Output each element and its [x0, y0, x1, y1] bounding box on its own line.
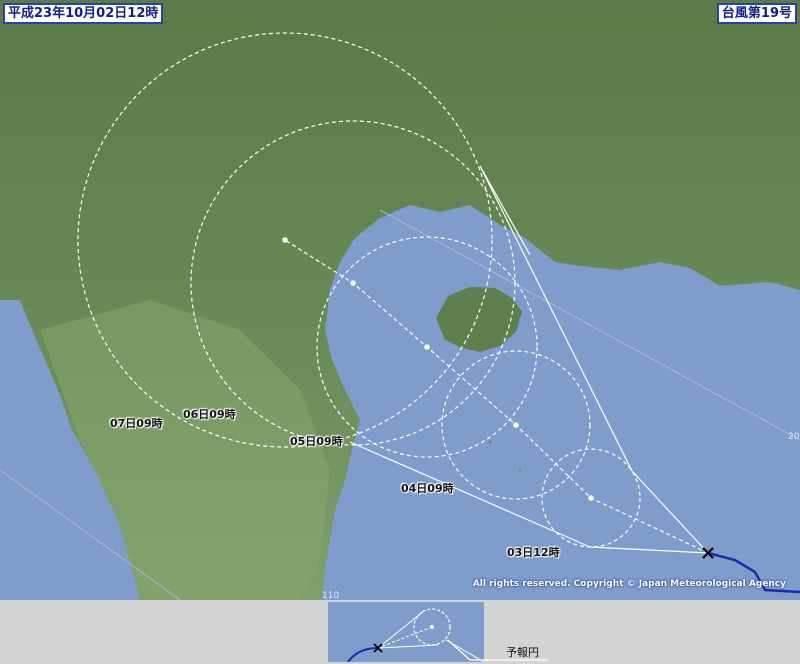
time-label-06d09: 06日09時	[183, 408, 236, 421]
copyright-notice: All rights reserved. Copyright © Japan M…	[472, 579, 786, 589]
time-label-03d12: 03日12時	[507, 546, 560, 559]
time-label-04d09: 04日09時	[401, 482, 454, 495]
latitude-label: 20	[788, 432, 800, 442]
typhoon-track-map	[0, 0, 800, 600]
date-badge: 平成23年10月02日12時	[3, 3, 164, 24]
time-label-05d09: 05日09時	[290, 435, 343, 448]
legend-label: 予報円	[506, 646, 539, 659]
time-label-07d09: 07日09時	[110, 417, 163, 430]
storm-name-badge: 台風第19号	[716, 3, 797, 24]
legend-panel	[0, 600, 800, 664]
